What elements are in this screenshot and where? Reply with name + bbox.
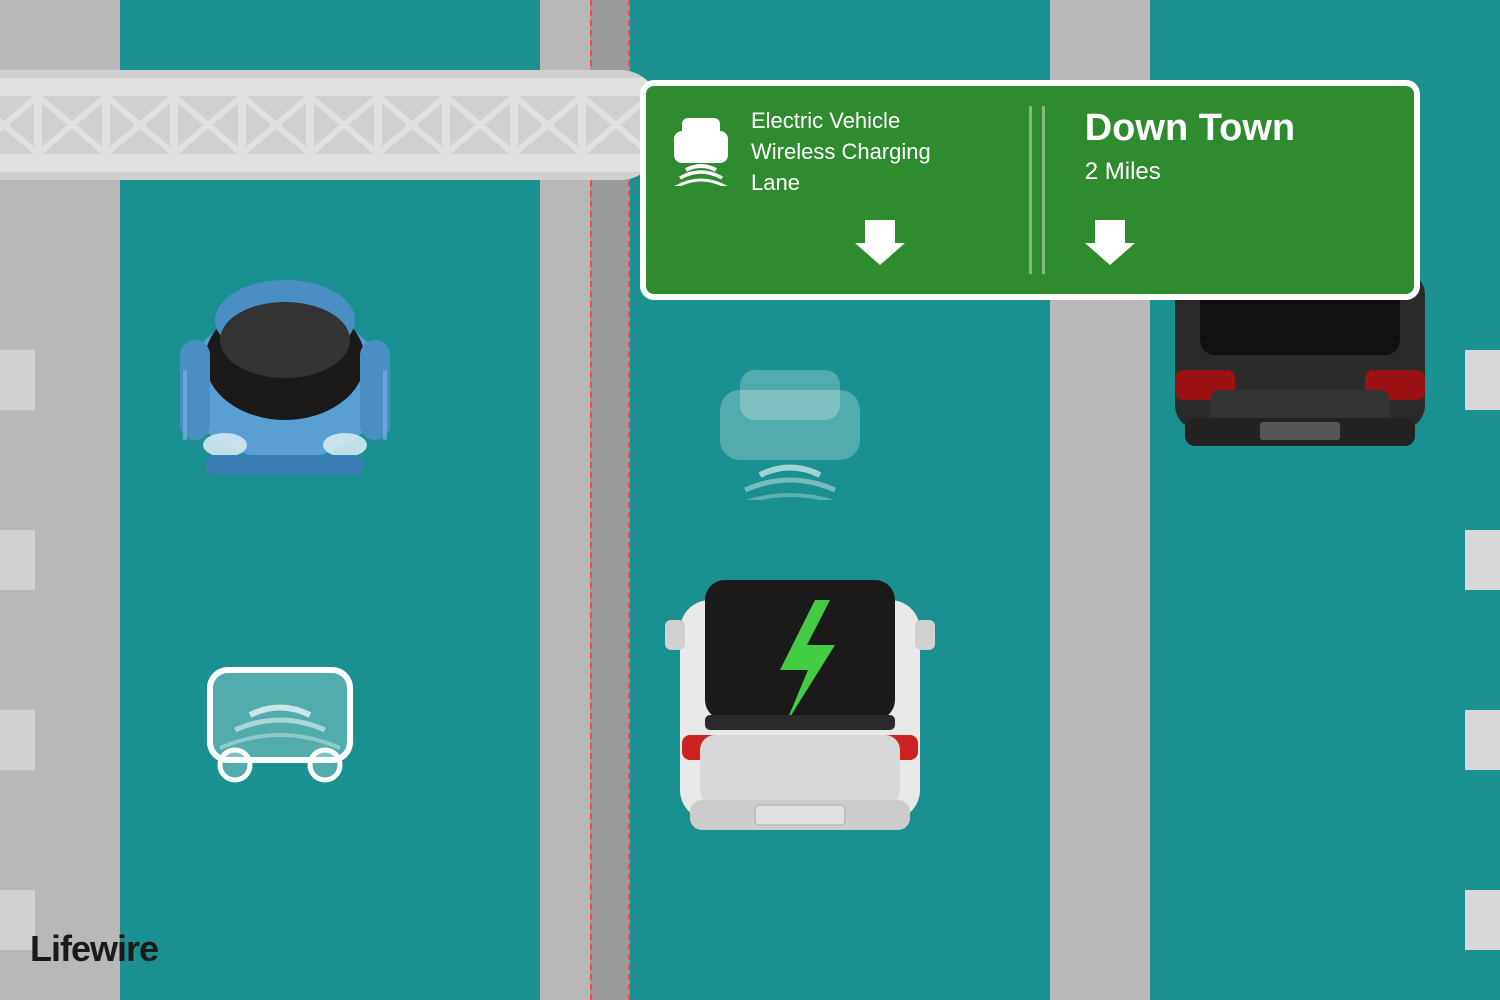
left-parking-stripe	[0, 350, 35, 410]
sign-ev-arrow	[751, 215, 1009, 274]
left-parking-stripe	[0, 530, 35, 590]
sign-ev-icon-section	[666, 106, 746, 274]
parking-stripe	[1465, 530, 1500, 590]
white-ev-car	[660, 540, 940, 860]
sign-ev-text-section: Electric Vehicle Wireless Charging Lane	[746, 106, 1032, 274]
road-charging-pad-icon	[180, 640, 380, 820]
parking-stripe	[1465, 350, 1500, 410]
sign-downtown-title: Down Town 2 Miles	[1085, 106, 1394, 186]
overhead-bridge	[0, 70, 660, 180]
lifewire-logo: Lifewire	[30, 928, 158, 970]
road-scene: Electric Vehicle Wireless Charging Lane …	[0, 0, 1500, 1000]
sign-divider	[1042, 106, 1045, 274]
ev-car-icon	[666, 106, 736, 186]
highway-sign: Electric Vehicle Wireless Charging Lane …	[640, 80, 1420, 300]
blue-car	[155, 240, 415, 500]
left-parking-stripe	[0, 710, 35, 770]
parking-stripe	[1465, 890, 1500, 950]
parking-stripe	[1465, 710, 1500, 770]
sign-downtown-arrow	[1085, 215, 1394, 274]
sign-downtown-section: Down Town 2 Miles	[1055, 106, 1394, 274]
sign-ev-text: Electric Vehicle Wireless Charging Lane	[751, 106, 1009, 198]
road-ev-icon	[700, 340, 880, 500]
